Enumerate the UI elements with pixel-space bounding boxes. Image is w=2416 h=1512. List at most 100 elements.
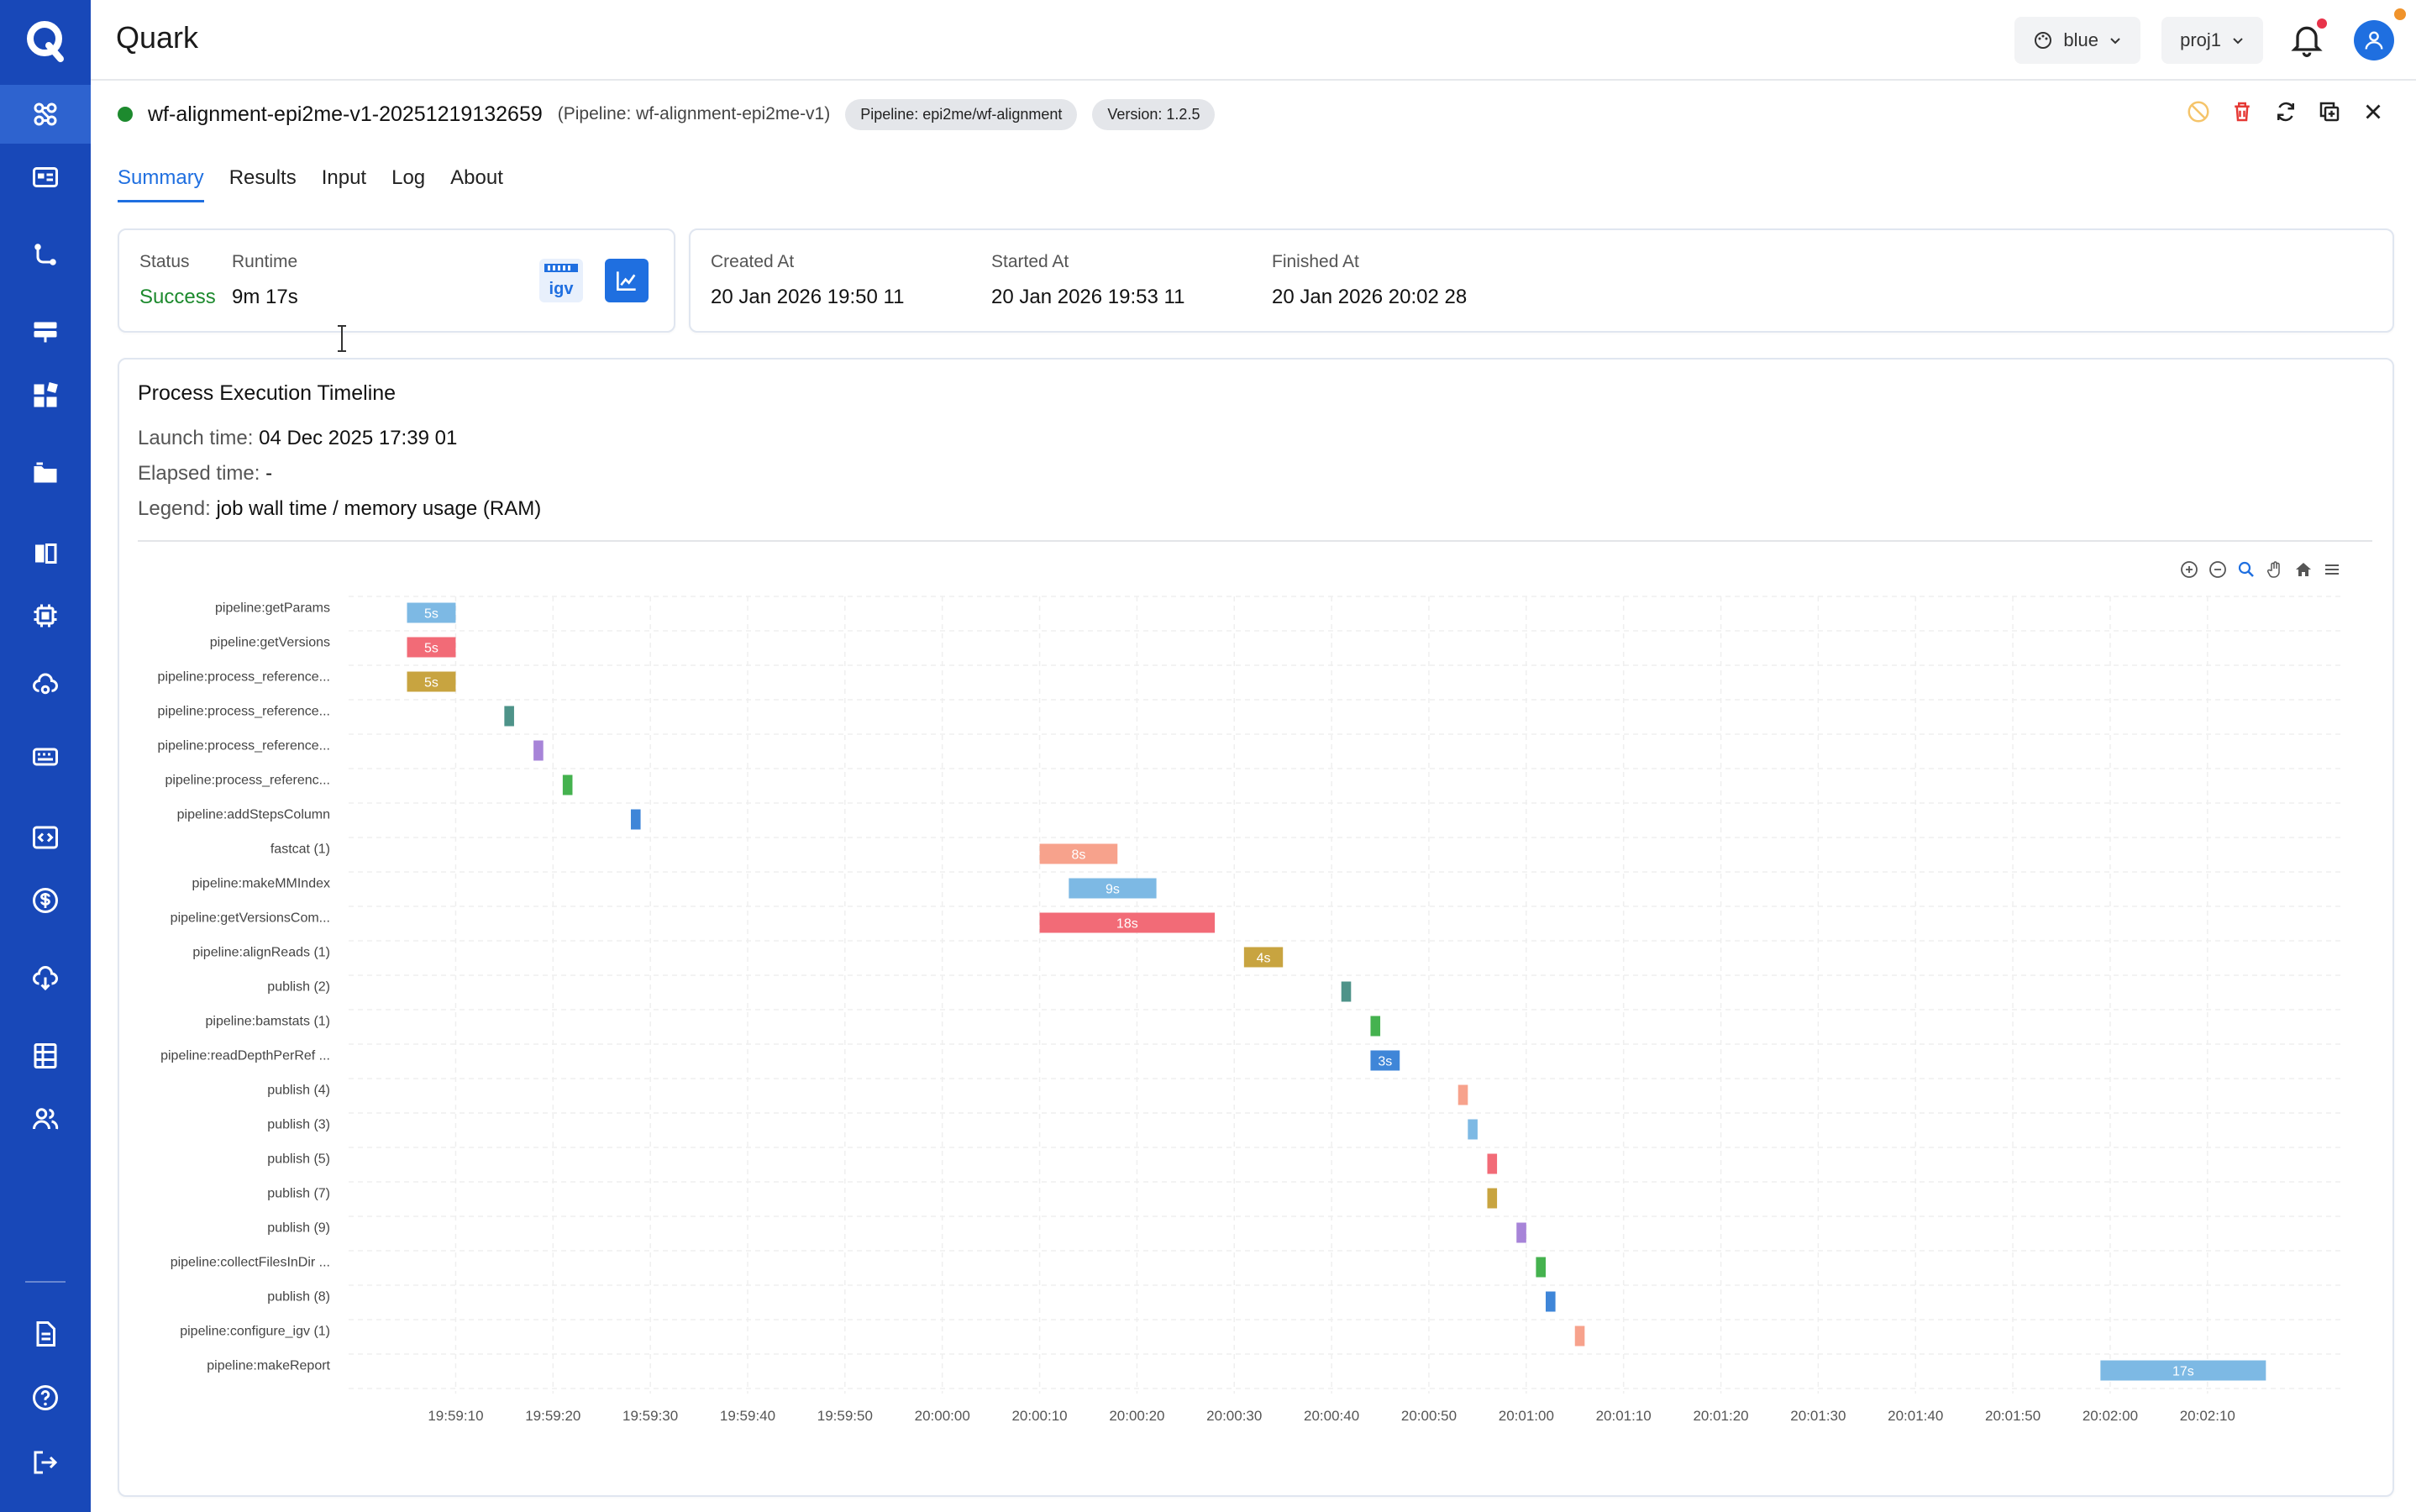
document-icon xyxy=(36,1321,55,1347)
status-card: Status Success Runtime 9m 17s igv xyxy=(118,228,675,333)
menu-icon[interactable] xyxy=(2322,559,2342,580)
task-label: publish (9) xyxy=(267,1221,330,1236)
zoom-out-icon[interactable] xyxy=(2208,559,2228,580)
x-tick-label: 20:00:20 xyxy=(1109,1408,1164,1424)
delete-icon[interactable] xyxy=(2230,99,2255,124)
sidebar-item-cloud-download[interactable] xyxy=(0,949,91,1008)
x-tick-label: 20:00:30 xyxy=(1206,1408,1262,1424)
chevron-down-icon xyxy=(2110,38,2120,45)
project-selector[interactable]: proj1 xyxy=(2161,17,2263,64)
sidebar xyxy=(0,0,91,1512)
timeline-title: Process Execution Timeline xyxy=(138,381,397,405)
task-label: fastcat (1) xyxy=(270,843,330,857)
x-tick-label: 19:59:10 xyxy=(428,1408,483,1424)
theme-selector[interactable]: blue xyxy=(2014,17,2140,64)
legend-text: Legend: job wall time / memory usage (RA… xyxy=(138,497,541,521)
dates-card: Created At 20 Jan 2026 19:50 11 Started … xyxy=(689,228,2394,333)
sidebar-item-workflow[interactable] xyxy=(0,85,91,144)
timeline-divider xyxy=(138,540,2372,542)
cloud-settings-icon xyxy=(33,673,58,695)
user-avatar[interactable] xyxy=(2354,20,2394,60)
task-bar xyxy=(1468,1119,1478,1140)
sidebar-item-billing[interactable] xyxy=(0,871,91,930)
sidebar-item-apps[interactable] xyxy=(0,366,91,425)
sidebar-item-users[interactable] xyxy=(0,1089,91,1148)
sidebar-item-cloud-settings[interactable] xyxy=(0,655,91,714)
chevron-down-icon xyxy=(2233,38,2243,45)
task-bar xyxy=(562,774,573,795)
igv-button[interactable]: igv xyxy=(539,259,583,302)
tab-about[interactable]: About xyxy=(450,166,503,202)
notification-dot xyxy=(2317,18,2327,29)
pan-icon[interactable] xyxy=(2265,559,2285,580)
duplicate-icon[interactable] xyxy=(2317,99,2342,124)
x-tick-label: 19:59:40 xyxy=(720,1408,775,1424)
server-icon xyxy=(34,322,57,343)
sidebar-footer-item-help[interactable] xyxy=(0,1368,91,1427)
run-tabs: Summary Results Input Log About xyxy=(118,166,503,202)
top-header: Quark blue proj1 xyxy=(91,0,2416,81)
task-label: pipeline:getParams xyxy=(215,601,330,616)
chart-report-button[interactable] xyxy=(605,259,649,302)
cloud-download-icon xyxy=(33,966,58,991)
run-header: wf-alignment-epi2me-v1-20251219132659 (P… xyxy=(118,97,1216,131)
task-bar xyxy=(1546,1291,1556,1312)
task-label: publish (3) xyxy=(267,1118,330,1132)
sidebar-footer-item-document[interactable] xyxy=(0,1305,91,1363)
sidebar-item-chip[interactable] xyxy=(0,586,91,645)
started-block: Started At 20 Jan 2026 19:53 11 xyxy=(991,252,1184,309)
timeline-chart[interactable]: 19:59:10 19:59:20 19:59:30 19:59:40 19:59:50… xyxy=(126,588,2352,1445)
started-label: Started At xyxy=(991,252,1069,271)
tab-log[interactable]: Log xyxy=(391,166,425,202)
task-label: pipeline:bamstats (1) xyxy=(205,1015,330,1029)
tab-input[interactable]: Input xyxy=(322,166,366,202)
zoom-in-icon[interactable] xyxy=(2179,559,2199,580)
reset-zoom-home-icon[interactable] xyxy=(2293,559,2314,580)
x-tick-label: 20:00:10 xyxy=(1011,1408,1067,1424)
avatar-status-dot xyxy=(2394,8,2406,20)
sidebar-item-keyboard[interactable] xyxy=(0,727,91,786)
refresh-icon[interactable] xyxy=(2273,99,2298,124)
x-tick-label: 20:01:10 xyxy=(1596,1408,1652,1424)
x-tick-label: 20:01:30 xyxy=(1790,1408,1846,1424)
launch-value: 04 Dec 2025 17:39 01 xyxy=(259,427,458,449)
task-label: pipeline:process_reference... xyxy=(158,705,330,719)
sidebar-item-server[interactable] xyxy=(0,302,91,360)
sidebar-item-book[interactable] xyxy=(0,524,91,583)
task-bar xyxy=(1457,1084,1468,1105)
selection-zoom-icon[interactable] xyxy=(2236,559,2256,580)
task-bar xyxy=(1487,1153,1498,1174)
task-bar xyxy=(1370,1016,1381,1037)
folder-icon xyxy=(34,462,57,483)
sidebar-item-code[interactable] xyxy=(0,808,91,867)
status-label: Status xyxy=(139,252,190,271)
project-label: proj1 xyxy=(2180,29,2221,50)
x-tick-label: 20:01:20 xyxy=(1693,1408,1748,1424)
app-logo[interactable] xyxy=(0,0,91,81)
task-label: pipeline:process_reference... xyxy=(158,670,330,685)
cancel-run-icon[interactable] xyxy=(2186,99,2211,124)
created-block: Created At 20 Jan 2026 19:50 11 xyxy=(711,252,904,309)
code-icon xyxy=(33,826,58,849)
sidebar-footer-item-logout[interactable] xyxy=(0,1433,91,1492)
task-label: pipeline:makeMMIndex xyxy=(192,877,330,891)
chart-toolbar xyxy=(2179,559,2342,580)
igv-text: igv xyxy=(549,280,575,298)
tab-summary[interactable]: Summary xyxy=(118,166,204,202)
sidebar-item-table[interactable] xyxy=(0,1026,91,1085)
elapsed-label: Elapsed time: xyxy=(138,462,260,485)
sidebar-item-folder[interactable] xyxy=(0,444,91,503)
tab-results[interactable]: Results xyxy=(229,166,297,202)
logout-icon xyxy=(34,1451,58,1474)
sidebar-item-pipeline[interactable] xyxy=(0,225,91,284)
version-tag: Version: 1.2.5 xyxy=(1092,98,1216,130)
close-icon[interactable] xyxy=(2361,99,2386,124)
billing-icon xyxy=(33,888,58,913)
sidebar-item-dashboard[interactable] xyxy=(0,148,91,207)
task-label: publish (8) xyxy=(267,1290,330,1305)
user-icon xyxy=(2365,31,2383,50)
task-label: pipeline:makeReport xyxy=(207,1359,330,1373)
runtime-label: Runtime xyxy=(232,252,298,271)
task-label: pipeline:alignReads (1) xyxy=(192,946,330,960)
pipeline-icon xyxy=(34,244,56,265)
